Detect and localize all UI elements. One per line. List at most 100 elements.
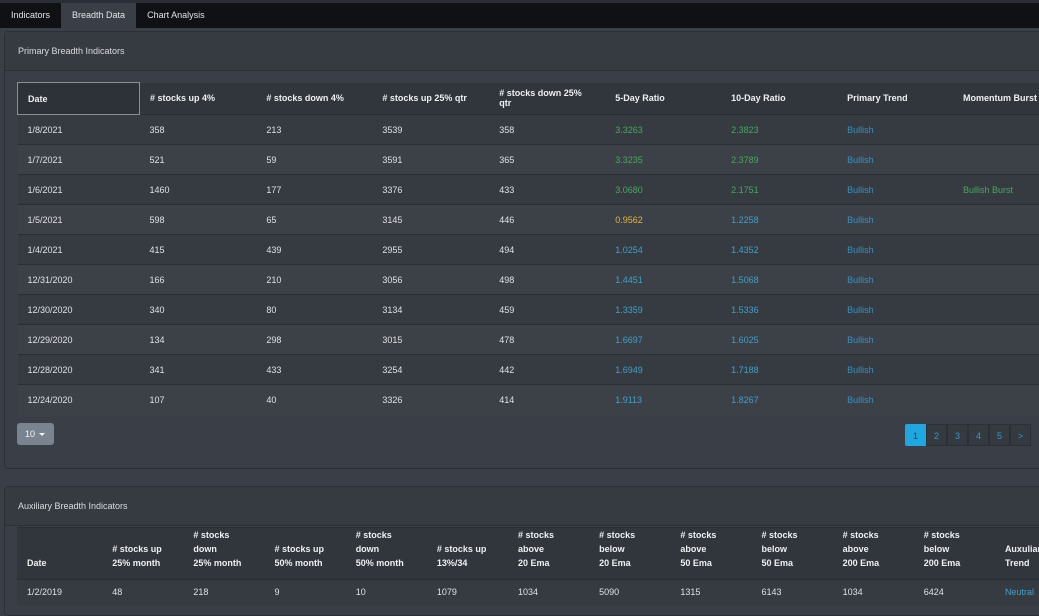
cell-stocks-down-4: 40 bbox=[256, 385, 372, 415]
column-header-line: # stocks up bbox=[437, 544, 487, 554]
column-header[interactable]: Primary Trend bbox=[837, 83, 953, 115]
column-header[interactable]: # stocks up25% month bbox=[102, 528, 183, 580]
column-header-line: 20 Ema bbox=[599, 558, 631, 568]
cell-stocks-up-4: 107 bbox=[139, 385, 256, 415]
cell-auxiliary-trend: Neutral bbox=[995, 580, 1039, 605]
cell-10-day-ratio: 1.7188 bbox=[721, 355, 837, 385]
primary-breadth-table: Date # stocks up 4% # stocks down 4% # s… bbox=[17, 82, 1039, 415]
cell-stocks-down-25-qtr: 446 bbox=[489, 205, 605, 235]
column-header-line: # stocks below bbox=[761, 530, 797, 554]
column-header[interactable]: Momentum Burst bbox=[953, 83, 1039, 115]
page-button-1[interactable]: 1 bbox=[905, 424, 926, 446]
column-header[interactable]: # stocks below200 Ema bbox=[914, 528, 995, 580]
column-header[interactable]: # stocks above50 Ema bbox=[670, 528, 751, 580]
cell-stocks-up-4: 166 bbox=[139, 265, 256, 295]
cell-stocks-up-4: 358 bbox=[139, 115, 256, 145]
cell-date: 1/8/2021 bbox=[18, 115, 140, 145]
cell-date: 1/2/2019 bbox=[17, 580, 102, 605]
cell-primary-trend: Bullish bbox=[837, 175, 953, 205]
column-header-line: # stocks down bbox=[193, 530, 229, 554]
caret-down-icon bbox=[39, 433, 45, 436]
cell-stocks-down-4: 439 bbox=[256, 235, 372, 265]
cell-date: 1/5/2021 bbox=[18, 205, 140, 235]
column-header[interactable]: # stocks down50% month bbox=[346, 528, 427, 580]
cell-primary-trend: Bullish bbox=[837, 235, 953, 265]
cell-stocks-down-4: 65 bbox=[256, 205, 372, 235]
cell-stocks-down-4: 433 bbox=[256, 355, 372, 385]
column-header[interactable]: # stocks below20 Ema bbox=[589, 528, 670, 580]
cell-stocks-up-25-qtr: 3015 bbox=[372, 325, 489, 355]
cell-stocks-up-4: 521 bbox=[139, 145, 256, 175]
table-row: 12/30/20203408031344591.33591.5336Bullis… bbox=[18, 295, 1039, 325]
table-header-row: Date# stocks up25% month # stocks down 25%… bbox=[17, 528, 1039, 580]
column-header-line: Auxuliary bbox=[1005, 544, 1039, 554]
column-header-line: 25% month bbox=[193, 558, 241, 568]
column-header-line: # stocks up bbox=[112, 544, 162, 554]
cell-momentum-burst bbox=[953, 325, 1039, 355]
auxiliary-breadth-table: Date# stocks up25% month # stocks down 25%… bbox=[17, 527, 1039, 605]
column-header-line: # stocks above bbox=[518, 530, 554, 554]
column-header[interactable]: # stocks up13%/34 bbox=[427, 528, 508, 580]
cell-stocks-up-25-qtr: 3134 bbox=[372, 295, 489, 325]
tab-bar: Indicators Breadth Data Chart Analysis bbox=[0, 0, 1039, 28]
pagination: 12345> bbox=[905, 424, 1031, 446]
table-row: 12/28/202034143332544421.69491.7188Bulli… bbox=[18, 355, 1039, 385]
page-button-4[interactable]: 4 bbox=[968, 424, 989, 446]
page-size-dropdown[interactable]: 10 bbox=[17, 423, 54, 445]
cell-value: 1315 bbox=[670, 580, 751, 605]
column-header[interactable]: # stocks up 50% month bbox=[265, 528, 346, 580]
cell-5-day-ratio: 0.9562 bbox=[605, 205, 721, 235]
cell-5-day-ratio: 3.3235 bbox=[605, 145, 721, 175]
page-button-3[interactable]: 3 bbox=[947, 424, 968, 446]
column-header[interactable]: # stocks up 4% bbox=[139, 83, 256, 115]
column-header-date[interactable]: Date bbox=[18, 83, 140, 115]
tab-indicators[interactable]: Indicators bbox=[0, 3, 61, 28]
column-header-line: 50% month bbox=[275, 558, 323, 568]
page-button-5[interactable]: 5 bbox=[989, 424, 1010, 446]
page-button-2[interactable]: 2 bbox=[926, 424, 947, 446]
cell-stocks-up-4: 598 bbox=[139, 205, 256, 235]
column-header[interactable]: # stocks up 25% qtr bbox=[372, 83, 489, 115]
column-header[interactable]: AuxuliaryTrend bbox=[995, 528, 1039, 580]
tab-chart-analysis[interactable]: Chart Analysis bbox=[136, 3, 216, 28]
column-header-line: 50% month bbox=[356, 558, 404, 568]
cell-stocks-down-25-qtr: 459 bbox=[489, 295, 605, 325]
column-header[interactable]: 5-Day Ratio bbox=[605, 83, 721, 115]
cell-primary-trend: Bullish bbox=[837, 355, 953, 385]
cell-stocks-down-4: 298 bbox=[256, 325, 372, 355]
column-header-line: # stocks above bbox=[680, 530, 716, 554]
cell-date: 1/4/2021 bbox=[18, 235, 140, 265]
column-header[interactable]: 10-Day Ratio bbox=[721, 83, 837, 115]
cell-date: 12/31/2020 bbox=[18, 265, 140, 295]
cell-5-day-ratio: 1.0254 bbox=[605, 235, 721, 265]
cell-stocks-down-25-qtr: 442 bbox=[489, 355, 605, 385]
column-header[interactable]: Date bbox=[17, 528, 102, 580]
cell-momentum-burst bbox=[953, 385, 1039, 415]
panel-title: Primary Breadth Indicators bbox=[5, 32, 1039, 71]
cell-momentum-burst bbox=[953, 235, 1039, 265]
cell-primary-trend: Bullish bbox=[837, 115, 953, 145]
column-header[interactable]: # stocks down 25% qtr bbox=[489, 83, 605, 115]
next-page-button[interactable]: > bbox=[1010, 424, 1031, 446]
column-header[interactable]: # stocks above20 Ema bbox=[508, 528, 589, 580]
column-header[interactable]: # stocks below 50 Ema bbox=[751, 528, 832, 580]
cell-10-day-ratio: 1.2258 bbox=[721, 205, 837, 235]
cell-stocks-down-25-qtr: 414 bbox=[489, 385, 605, 415]
cell-stocks-up-25-qtr: 3376 bbox=[372, 175, 489, 205]
cell-primary-trend: Bullish bbox=[837, 145, 953, 175]
column-header[interactable]: # stocks above200 Ema bbox=[833, 528, 914, 580]
cell-primary-trend: Bullish bbox=[837, 205, 953, 235]
cell-value: 6143 bbox=[751, 580, 832, 605]
column-header[interactable]: # stocks down 4% bbox=[256, 83, 372, 115]
column-header[interactable]: # stocks down 25% month bbox=[183, 528, 264, 580]
cell-stocks-up-25-qtr: 3145 bbox=[372, 205, 489, 235]
cell-stocks-down-25-qtr: 433 bbox=[489, 175, 605, 205]
cell-value: 10 bbox=[346, 580, 427, 605]
cell-value: 218 bbox=[183, 580, 264, 605]
cell-10-day-ratio: 1.8267 bbox=[721, 385, 837, 415]
tab-breadth-data[interactable]: Breadth Data bbox=[61, 3, 136, 28]
column-header-line: 50 Ema bbox=[761, 558, 793, 568]
cell-stocks-down-25-qtr: 498 bbox=[489, 265, 605, 295]
cell-stocks-down-4: 210 bbox=[256, 265, 372, 295]
column-header-line: # stocks up bbox=[275, 544, 325, 554]
